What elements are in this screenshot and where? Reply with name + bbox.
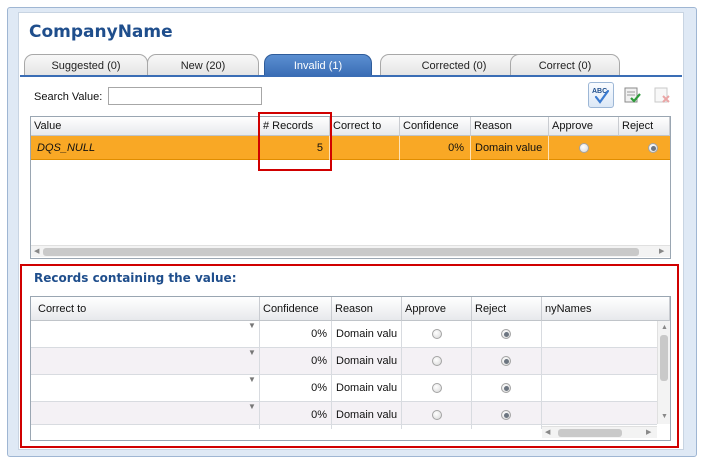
table-row[interactable]: DQS_NULL 5 0% Domain value	[31, 136, 670, 160]
correct-to-dropdown[interactable]	[31, 402, 260, 429]
scroll-right-icon[interactable]: ▶	[646, 427, 651, 439]
cell-confidence: 0%	[260, 348, 332, 375]
cell-confidence: 0%	[260, 321, 332, 348]
cell-company-name	[542, 375, 657, 402]
spell-check-button[interactable]: ABC	[588, 82, 614, 108]
reject-all-button[interactable]	[649, 82, 675, 108]
column-header-reason[interactable]: Reason	[471, 117, 549, 136]
table-row[interactable]: ▼ 0% Domain valu	[31, 321, 657, 348]
search-label: Search Value:	[34, 91, 103, 103]
scrollbar-thumb[interactable]	[660, 335, 668, 381]
horizontal-scrollbar[interactable]: ◀ ▶	[542, 426, 657, 438]
records-grid: Correct to Confidence Reason Approve Rej…	[30, 296, 671, 441]
column-header-company-names[interactable]: nyNames	[542, 297, 670, 321]
cell-reason: Domain valu	[332, 348, 402, 375]
cell-confidence: 0%	[400, 136, 471, 160]
column-header-reject[interactable]: Reject	[472, 297, 542, 321]
column-header-approve[interactable]: Approve	[402, 297, 472, 321]
scrollbar-thumb[interactable]	[43, 248, 639, 256]
reject-radio[interactable]	[501, 383, 511, 393]
table-row[interactable]: ▼ 0% Domain valu	[31, 348, 657, 375]
approve-all-button[interactable]	[619, 82, 645, 108]
tab-underline	[20, 75, 682, 77]
cell-correct-to[interactable]	[330, 136, 400, 160]
cell-value: DQS_NULL	[31, 136, 260, 160]
page-title: CompanyName	[29, 22, 173, 42]
cell-company-name	[542, 402, 657, 429]
reject-radio[interactable]	[648, 143, 658, 153]
chevron-down-icon[interactable]: ▼	[248, 402, 256, 411]
correct-to-dropdown[interactable]	[31, 348, 260, 375]
chevron-down-icon[interactable]: ▼	[248, 348, 256, 357]
column-header-value[interactable]: Value	[31, 117, 260, 136]
approve-radio[interactable]	[432, 356, 442, 366]
approve-radio[interactable]	[432, 329, 442, 339]
column-header-approve[interactable]: Approve	[549, 117, 619, 136]
spell-check-icon: ABC	[592, 88, 610, 104]
approve-radio[interactable]	[579, 143, 589, 153]
tab-bar: Suggested (0) New (20) Invalid (1) Corre…	[24, 54, 684, 76]
column-header-correct-to[interactable]: Correct to	[31, 297, 260, 321]
cell-company-name	[542, 348, 657, 375]
cell-reason: Domain valu	[332, 375, 402, 402]
vertical-scrollbar[interactable]: ▲ ▼	[657, 321, 670, 424]
chevron-down-icon[interactable]: ▼	[248, 321, 256, 330]
search-input[interactable]	[108, 87, 262, 105]
scrollbar-thumb[interactable]	[558, 429, 622, 437]
highlight-records-column	[258, 112, 332, 171]
scroll-down-icon[interactable]: ▼	[661, 411, 668, 423]
reject-all-icon	[654, 87, 670, 103]
correct-to-dropdown[interactable]	[31, 375, 260, 402]
scroll-up-icon[interactable]: ▲	[661, 322, 668, 334]
cell-reason: Domain valu	[332, 321, 402, 348]
scroll-left-icon[interactable]: ◀	[545, 427, 550, 439]
scroll-right-icon[interactable]: ▶	[659, 246, 664, 258]
approve-all-icon	[624, 87, 641, 103]
values-grid: Value # Records Correct to Confidence Re…	[30, 116, 671, 259]
chevron-down-icon[interactable]: ▼	[248, 375, 256, 384]
correct-to-dropdown[interactable]	[31, 321, 260, 348]
records-section-title: Records containing the value:	[34, 271, 237, 285]
column-header-reason[interactable]: Reason	[332, 297, 402, 321]
table-row[interactable]: ▼ 0% Domain valu	[31, 375, 657, 402]
reject-radio[interactable]	[501, 356, 511, 366]
horizontal-scrollbar[interactable]: ◀ ▶	[31, 245, 670, 257]
scroll-left-icon[interactable]: ◀	[34, 246, 39, 258]
cell-confidence: 0%	[260, 375, 332, 402]
tab-correct[interactable]: Correct (0)	[510, 54, 620, 76]
column-header-confidence[interactable]: Confidence	[260, 297, 332, 321]
approve-radio[interactable]	[432, 410, 442, 420]
reject-radio[interactable]	[501, 329, 511, 339]
column-header-correct-to[interactable]: Correct to	[330, 117, 400, 136]
table-row[interactable]: ▼ 0% Domain valu	[31, 402, 657, 429]
cell-reason: Domain valu	[332, 402, 402, 429]
tab-suggested[interactable]: Suggested (0)	[24, 54, 148, 76]
approve-radio[interactable]	[432, 383, 442, 393]
tab-invalid[interactable]: Invalid (1)	[264, 54, 372, 76]
tab-corrected[interactable]: Corrected (0)	[380, 54, 528, 76]
cell-company-name	[542, 321, 657, 348]
tab-new[interactable]: New (20)	[147, 54, 259, 76]
column-header-confidence[interactable]: Confidence	[400, 117, 471, 136]
cell-reason: Domain value	[471, 136, 549, 160]
column-header-reject[interactable]: Reject	[619, 117, 670, 136]
cell-confidence: 0%	[260, 402, 332, 429]
reject-radio[interactable]	[501, 410, 511, 420]
